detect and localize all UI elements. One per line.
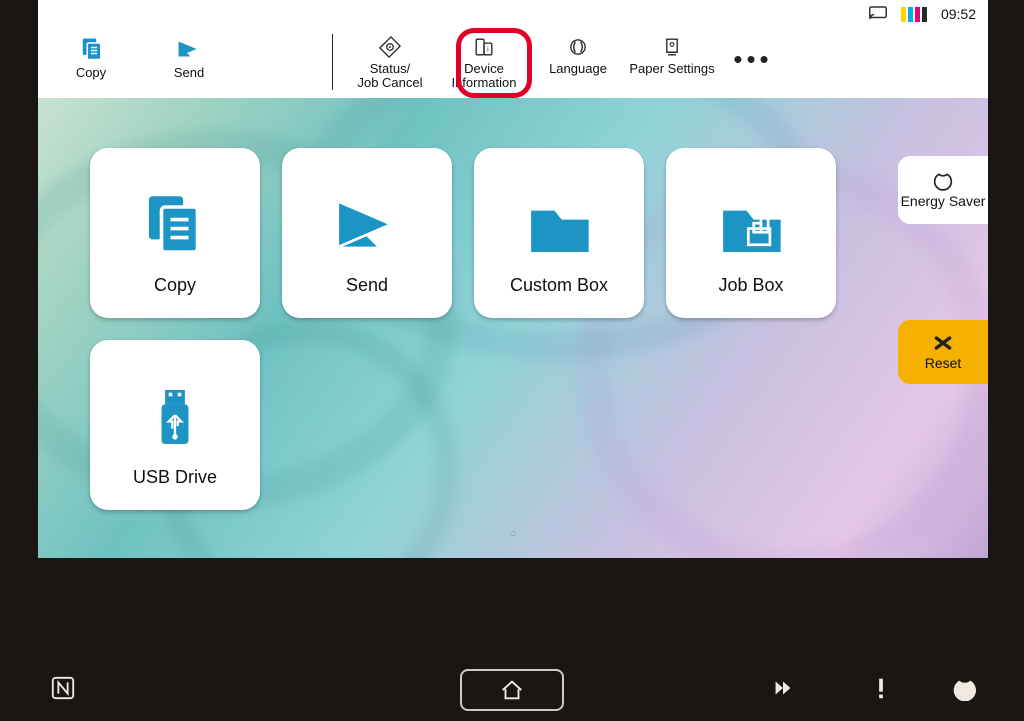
toolbar-device-information[interactable]: i Device Information [441, 32, 527, 91]
tile-send[interactable]: Send [282, 148, 452, 318]
energy-saver-label: Energy Saver [901, 193, 986, 209]
toolbar-more[interactable]: ••• [723, 32, 783, 75]
toolbar-status-label: Status/ Job Cancel [357, 62, 422, 91]
toolbar-paper-label: Paper Settings [629, 62, 714, 76]
toolbar-send-label: Send [174, 66, 204, 80]
tile-job-box[interactable]: Job Box [666, 148, 836, 318]
hardware-bar [0, 659, 1024, 721]
toolbar-copy-label: Copy [76, 66, 106, 80]
toolbar-language-label: Language [549, 62, 607, 76]
tile-send-label: Send [346, 275, 388, 296]
tile-copy[interactable]: Copy [90, 148, 260, 318]
status-bar: 09:52 [38, 0, 988, 28]
energy-saver-button[interactable]: Energy Saver [898, 156, 988, 224]
tile-usb-drive[interactable]: USB Drive [90, 340, 260, 510]
tile-usb-label: USB Drive [133, 467, 217, 488]
reset-button[interactable]: Reset [898, 320, 988, 384]
skip-button[interactable] [770, 675, 796, 706]
toolbar-send[interactable]: Send [144, 32, 234, 80]
page-indicator: ○ [509, 526, 516, 540]
toner-levels-icon [901, 6, 927, 22]
toolbar-language[interactable]: Language [535, 32, 621, 76]
reset-label: Reset [925, 355, 962, 371]
toolbar-status-job-cancel[interactable]: Status/ Job Cancel [347, 32, 433, 91]
home-tiles: Copy Send Custom Box Job Box USB Drive [90, 148, 870, 510]
toolbar-separator [332, 34, 333, 90]
tile-copy-label: Copy [154, 275, 196, 296]
clock: 09:52 [941, 6, 976, 22]
toolbar-paper-settings[interactable]: Paper Settings [629, 32, 715, 76]
home-button[interactable] [460, 669, 564, 711]
power-button[interactable] [950, 675, 976, 706]
nfc-icon [50, 675, 76, 706]
touch-screen: 09:52 Copy Send Status/ Job Cancel i Dev… [38, 0, 988, 558]
top-toolbar: Copy Send Status/ Job Cancel i Device In… [38, 28, 988, 98]
toolbar-device-info-label: Device Information [451, 62, 516, 91]
tile-custom-box[interactable]: Custom Box [474, 148, 644, 318]
svg-text:i: i [487, 46, 489, 54]
toolbar-copy[interactable]: Copy [46, 32, 136, 80]
tile-job-box-label: Job Box [718, 275, 783, 296]
tile-custom-box-label: Custom Box [510, 275, 608, 296]
alert-button[interactable] [868, 675, 894, 706]
cast-icon [869, 6, 887, 23]
